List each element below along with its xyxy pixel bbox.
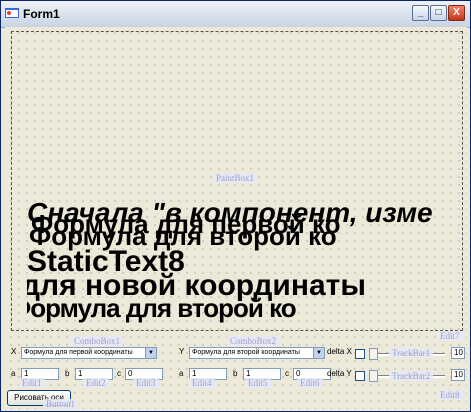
trackbar2-label: TrackBar2 xyxy=(389,371,434,381)
chevron-down-icon[interactable]: ▼ xyxy=(313,348,324,358)
edit7[interactable]: 10 xyxy=(451,347,465,359)
minimize-button[interactable]: _ xyxy=(412,5,429,21)
title-bar[interactable]: Form1 _ □ X xyxy=(1,1,470,28)
b1-label: b xyxy=(65,369,70,378)
delphi-form-icon xyxy=(5,8,19,18)
minimize-icon: _ xyxy=(417,7,424,18)
form-window: Form1 _ □ X PaintBox1 Сначала "в компоне… xyxy=(0,0,471,412)
static-text-stack: Сначала "в компонент, изме Формула для п… xyxy=(27,199,465,359)
trackbar1-label: TrackBar1 xyxy=(389,348,434,358)
a2-label: a xyxy=(179,369,184,378)
c1-label: c xyxy=(117,369,121,378)
delta-y-checkbox[interactable] xyxy=(355,371,365,381)
b2-label: b xyxy=(233,369,238,378)
combobox1-label: ComboBox1 xyxy=(71,336,124,346)
edit3-label: Edit3 xyxy=(133,378,159,388)
chevron-down-icon[interactable]: ▼ xyxy=(145,348,156,358)
x-label: X xyxy=(11,347,17,356)
delta-y-label: delta Y xyxy=(327,369,352,378)
edit1-label: Edit1 xyxy=(19,378,45,388)
edit5-label: Edit5 xyxy=(245,378,271,388)
combobox1[interactable]: Формула для первой координаты ▼ xyxy=(21,347,157,359)
trackbar1-thumb[interactable] xyxy=(369,348,378,360)
delta-x-checkbox[interactable] xyxy=(355,349,365,359)
combobox2[interactable]: Формула для второй координаты ▼ xyxy=(189,347,325,359)
close-button[interactable]: X xyxy=(448,5,465,21)
edit6-label: Edit6 xyxy=(297,378,323,388)
edit4-label: Edit4 xyxy=(189,378,215,388)
maximize-button[interactable]: □ xyxy=(430,5,447,21)
close-icon: X xyxy=(453,7,460,18)
edit8-label: Edit8 xyxy=(437,390,463,400)
c2-label: c xyxy=(285,369,289,378)
paintbox-label: PaintBox1 xyxy=(213,173,258,183)
edit7-label: Edit7 xyxy=(437,331,463,341)
edit2-label: Edit2 xyxy=(83,378,109,388)
edit8[interactable]: 10 xyxy=(451,369,465,381)
delta-x-label: delta X xyxy=(327,347,352,356)
trackbar2-thumb[interactable] xyxy=(369,370,378,382)
maximize-icon: □ xyxy=(435,7,442,18)
combobox2-label: ComboBox2 xyxy=(227,336,280,346)
combobox1-value: Формула для первой координаты xyxy=(24,349,133,356)
button1-label: Button1 xyxy=(43,399,79,409)
form-client-area: PaintBox1 Сначала "в компонент, изме Фор… xyxy=(5,27,467,409)
combobox2-value: Формула для второй координаты xyxy=(192,349,300,356)
window-title: Form1 xyxy=(23,7,60,21)
y-label: Y xyxy=(179,347,185,356)
static-text-5: Формула для второй ко xyxy=(27,293,297,323)
a1-label: a xyxy=(11,369,16,378)
